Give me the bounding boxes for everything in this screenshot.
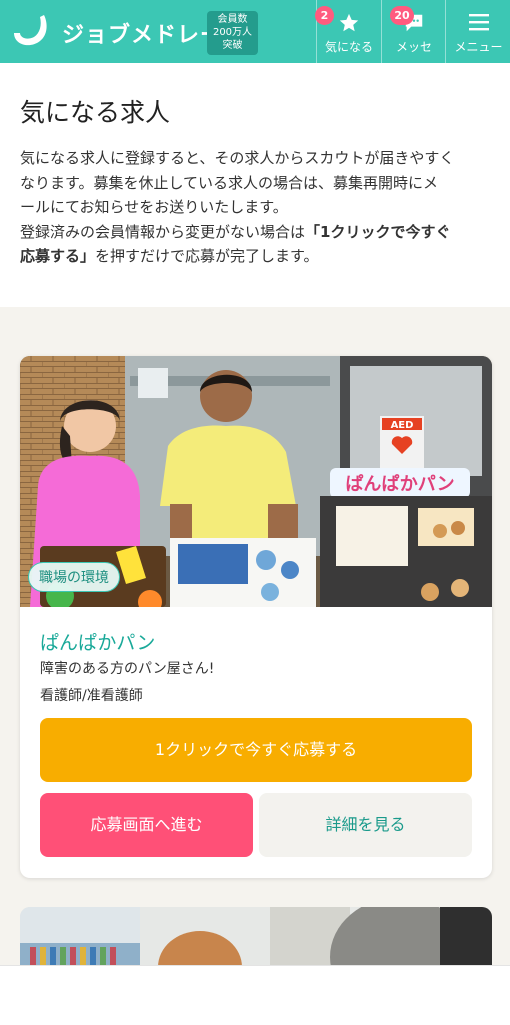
view-details-button[interactable]: 詳細を見る: [259, 793, 472, 857]
members-badge-line3: 突破: [222, 40, 243, 51]
hamburger-menu-icon: [468, 14, 489, 31]
intro-note-after: を押すだけで応募が完了します。: [95, 247, 319, 265]
brand-logo-icon[interactable]: [10, 13, 54, 51]
members-badge-line1: 会員数: [217, 14, 248, 25]
intro-note-bold-2: 応募する」: [20, 247, 96, 265]
intro-note-line-2: 応募する」を押すだけで応募が完了します。: [20, 244, 500, 269]
intro-description: 気になる求人に登録すると、その求人からスカウトが届きやすく なります。募集を休止…: [20, 146, 500, 269]
photo-aed-sign: AED: [391, 420, 414, 431]
nav-menu-label: メニュー: [454, 40, 503, 54]
nav-favorites-label: 気になる: [324, 40, 373, 54]
intro-line-1: 気になる求人に登録すると、その求人からスカウトが届きやすく: [20, 149, 455, 167]
intro-note-text: 登録済みの会員情報から変更がない場合は: [20, 222, 306, 241]
page-title: 気になる求人: [20, 98, 171, 127]
app-header: ジョブメドレー 会員数 200万人 突破 気になる 2 メッセ 20 メニュー: [0, 0, 510, 63]
nav-menu[interactable]: メニュー: [445, 0, 510, 63]
bottom-area: [0, 965, 510, 1025]
job-type: 看護師/准看護師: [40, 688, 143, 704]
brand-name[interactable]: ジョブメドレー: [62, 17, 223, 49]
job-card[interactable]: AED ぱんぱかパン 職場の環境 ぱんぱかパン 障害のある方のパン屋さん! 看護…: [20, 356, 492, 878]
members-badge-line2: 200万人: [212, 27, 253, 38]
job-catchphrase: 障害のある方のパン屋さん!: [40, 661, 215, 677]
company-name[interactable]: ぱんぱかパン: [40, 628, 155, 655]
favorites-count-badge: 2: [315, 6, 334, 25]
nav-messages-label: メッセ: [395, 40, 432, 54]
members-count-badge: 会員数 200万人 突破: [207, 11, 258, 55]
star-icon: [339, 13, 359, 32]
intro-note-bold: 「1クリックで今すぐ: [305, 222, 451, 241]
proceed-to-apply-button[interactable]: 応募画面へ進む: [40, 793, 253, 857]
workplace-environment-tag: 職場の環境: [28, 562, 120, 592]
messages-count-badge: 20: [390, 6, 414, 25]
photo-shop-sign: ぱんぱかパン: [345, 473, 454, 495]
intro-note-line-1: 登録済みの会員情報から変更がない場合は「1クリックで今すぐ: [20, 220, 500, 245]
one-click-apply-button[interactable]: 1クリックで今すぐ応募する: [40, 718, 472, 782]
intro-line-2: なります。募集を休止している求人の場合は、募集再開時にメ: [20, 173, 439, 192]
intro-line-3: ールにてお知らせをお送りいたします。: [20, 198, 288, 216]
